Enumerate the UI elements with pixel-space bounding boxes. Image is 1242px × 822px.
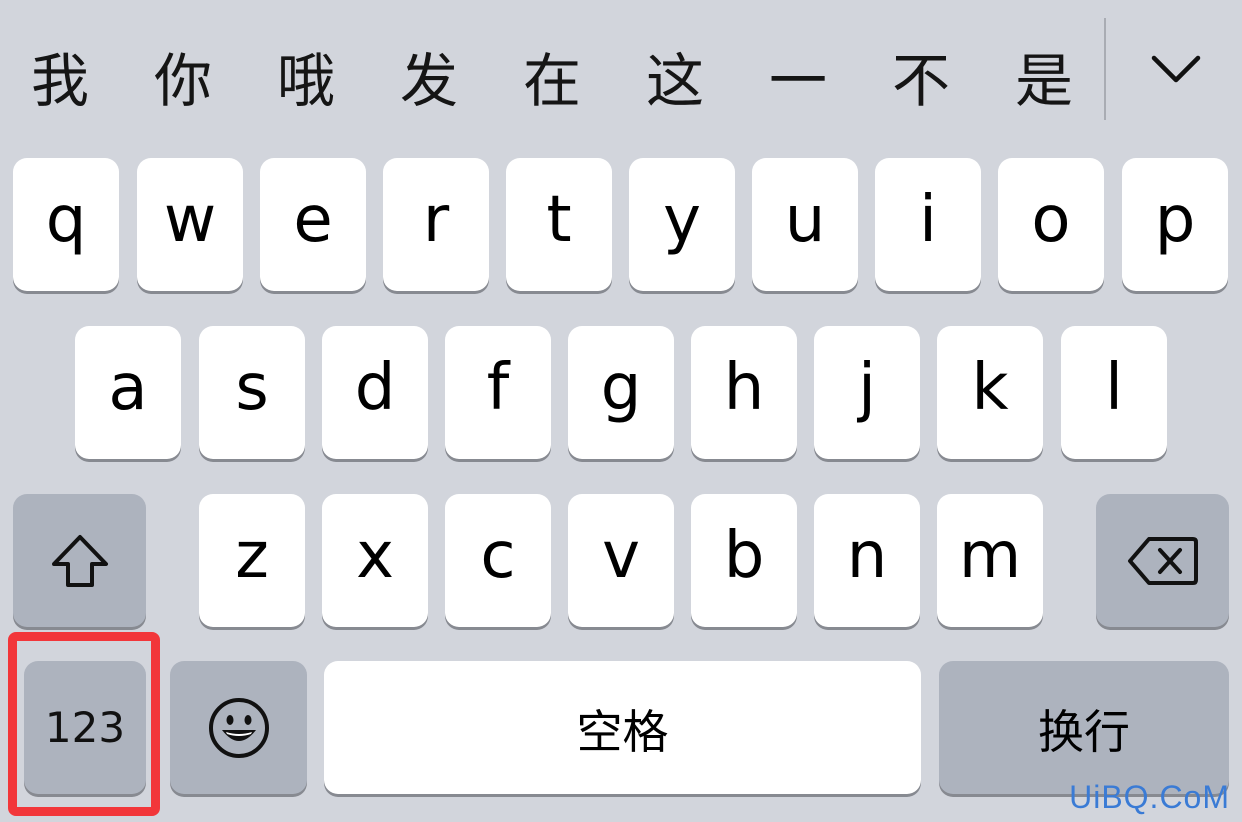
key-label: s	[235, 351, 269, 425]
key-c[interactable]: c	[445, 494, 551, 627]
key-label: w	[163, 183, 217, 257]
key-f[interactable]: f	[445, 326, 551, 459]
key-label: x	[356, 519, 394, 593]
candidate-divider	[1104, 18, 1106, 120]
key-label: i	[919, 183, 937, 257]
chevron-down-icon	[1151, 55, 1201, 83]
key-label: z	[235, 519, 269, 593]
candidate-item[interactable]: 发	[384, 36, 474, 126]
key-label: y	[663, 183, 701, 257]
key-g[interactable]: g	[568, 326, 674, 459]
key-label: l	[1105, 351, 1123, 425]
space-key[interactable]: 空格	[324, 661, 921, 794]
backspace-icon	[1127, 536, 1198, 585]
key-w[interactable]: w	[137, 158, 243, 291]
emoji-key[interactable]	[170, 661, 307, 794]
key-y[interactable]: y	[629, 158, 735, 291]
key-u[interactable]: u	[752, 158, 858, 291]
key-l[interactable]: l	[1061, 326, 1167, 459]
key-n[interactable]: n	[814, 494, 920, 627]
key-label: p	[1154, 183, 1196, 257]
key-label: t	[546, 183, 572, 257]
key-j[interactable]: j	[814, 326, 920, 459]
key-label: v	[602, 519, 640, 593]
candidate-item[interactable]: 这	[630, 36, 720, 126]
shift-arrow-icon	[51, 534, 108, 587]
key-label: b	[723, 519, 765, 593]
key-z[interactable]: z	[199, 494, 305, 627]
candidate-item[interactable]: 你	[138, 36, 228, 126]
key-h[interactable]: h	[691, 326, 797, 459]
key-i[interactable]: i	[875, 158, 981, 291]
key-label: a	[108, 351, 148, 425]
key-label: d	[354, 351, 396, 425]
candidate-item[interactable]: 不	[876, 36, 966, 126]
key-r[interactable]: r	[383, 158, 489, 291]
key-label: m	[958, 519, 1022, 593]
shift-key[interactable]	[13, 494, 146, 627]
key-b[interactable]: b	[691, 494, 797, 627]
candidate-item[interactable]: 一	[753, 36, 843, 126]
key-d[interactable]: d	[322, 326, 428, 459]
keyboard: 我 你 哦 发 在 这 一 不 是 q w e r t y u i o p a …	[0, 0, 1242, 822]
space-key-label: 空格	[576, 705, 669, 759]
numbers-key[interactable]: 123	[24, 661, 146, 794]
key-label: n	[846, 519, 888, 593]
key-label: j	[858, 351, 876, 425]
key-a[interactable]: a	[75, 326, 181, 459]
watermark: UiBQ.CoM	[1069, 779, 1230, 815]
candidate-item[interactable]: 在	[507, 36, 597, 126]
key-label: h	[723, 351, 765, 425]
key-q[interactable]: q	[13, 158, 119, 291]
key-o[interactable]: o	[998, 158, 1104, 291]
delete-key[interactable]	[1096, 494, 1229, 627]
key-t[interactable]: t	[506, 158, 612, 291]
key-label: g	[600, 351, 642, 425]
candidate-item[interactable]: 是	[999, 36, 1089, 126]
key-label: u	[784, 183, 826, 257]
collapse-candidates-button[interactable]	[1130, 30, 1222, 110]
key-k[interactable]: k	[937, 326, 1043, 459]
numbers-key-label: 123	[44, 703, 126, 752]
key-label: e	[293, 183, 333, 257]
smiley-icon	[208, 697, 269, 758]
key-label: q	[45, 183, 87, 257]
key-label: f	[486, 351, 510, 425]
key-label: o	[1031, 183, 1071, 257]
key-label: c	[480, 519, 516, 593]
candidate-item[interactable]: 我	[15, 36, 105, 126]
key-x[interactable]: x	[322, 494, 428, 627]
candidate-item[interactable]: 哦	[261, 36, 351, 126]
key-m[interactable]: m	[937, 494, 1043, 627]
key-s[interactable]: s	[199, 326, 305, 459]
key-e[interactable]: e	[260, 158, 366, 291]
key-v[interactable]: v	[568, 494, 674, 627]
return-key[interactable]: 换行	[939, 661, 1229, 794]
key-label: r	[422, 183, 450, 257]
key-p[interactable]: p	[1122, 158, 1228, 291]
key-label: k	[971, 351, 1009, 425]
